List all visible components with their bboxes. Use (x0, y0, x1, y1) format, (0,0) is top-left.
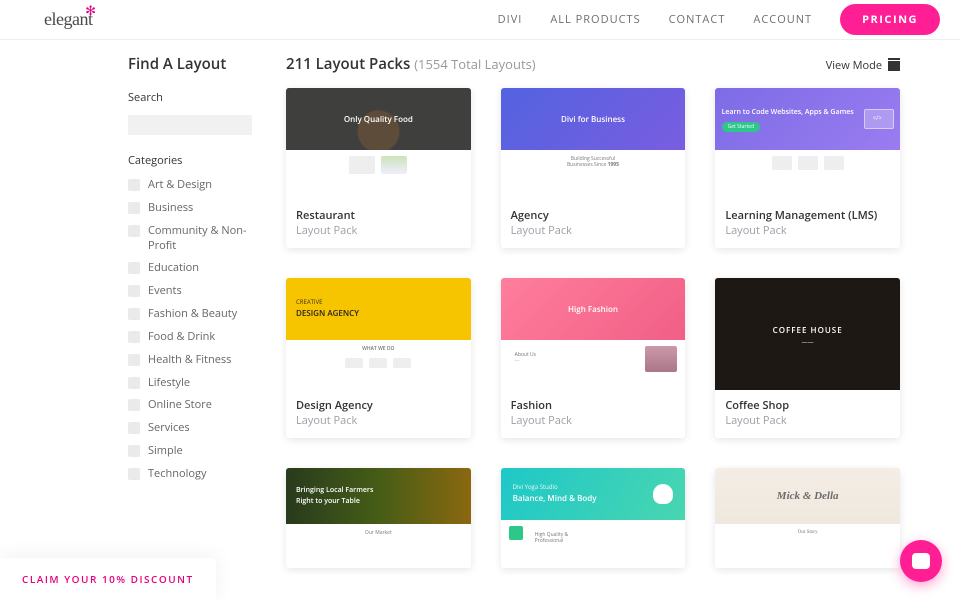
checkbox-icon (128, 285, 140, 297)
sidebar-title: Find A Layout (128, 54, 252, 74)
checkbox-icon (128, 468, 140, 480)
card-sub: Layout Pack (511, 223, 676, 238)
checkbox-icon (128, 331, 140, 343)
layout-card-restaurant[interactable]: Only Quality Food RestaurantLayout Pack (286, 88, 471, 248)
category-label: Online Store (148, 398, 212, 413)
view-mode-toggle[interactable]: View Mode (826, 58, 900, 73)
category-item[interactable]: Food & Drink (128, 330, 252, 345)
category-item[interactable]: Services (128, 421, 252, 436)
category-item[interactable]: Fashion & Beauty (128, 307, 252, 322)
logo[interactable]: elegant✻ (44, 9, 92, 30)
checkbox-icon (128, 399, 140, 411)
results-count: 211 (286, 54, 312, 74)
layout-card-farmers[interactable]: Bringing Local FarmersRight to your Tabl… (286, 468, 471, 568)
grid-icon (888, 61, 900, 71)
layout-card-agency[interactable]: Divi for BusinessBuilding SuccessfulBusi… (501, 88, 686, 248)
categories-heading: Categories (128, 153, 252, 168)
category-label: Business (148, 201, 193, 216)
category-label: Simple (148, 444, 183, 459)
card-thumb: COFFEE HOUSE—— (715, 278, 900, 390)
category-label: Food & Drink (148, 330, 215, 345)
category-label: Art & Design (148, 178, 212, 193)
category-label: Health & Fitness (148, 353, 231, 368)
top-header: elegant✻ DIVI ALL PRODUCTS CONTACT ACCOU… (0, 0, 960, 40)
view-mode-label: View Mode (826, 58, 882, 73)
category-label: Community & Non-Profit (148, 224, 252, 254)
category-label: Fashion & Beauty (148, 307, 237, 322)
nav-contact[interactable]: CONTACT (669, 12, 726, 27)
checkbox-icon (128, 377, 140, 389)
main: 211 Layout Packs (1554 Total Layouts) Vi… (286, 54, 900, 568)
card-thumb: CREATIVEDESIGN AGENCY (286, 278, 471, 340)
card-title: Agency (511, 208, 676, 223)
nav-divi[interactable]: DIVI (498, 12, 523, 27)
category-label: Events (148, 284, 182, 299)
card-sub: Layout Pack (511, 413, 676, 428)
category-label: Services (148, 421, 190, 436)
chat-icon (912, 553, 930, 569)
card-thumb: Divi for Business (501, 88, 686, 150)
layout-card-wedding[interactable]: Mick & DellaOur Story (715, 468, 900, 568)
category-item[interactable]: Education (128, 261, 252, 276)
category-item[interactable]: Health & Fitness (128, 353, 252, 368)
layout-card-yoga[interactable]: Divi Yoga StudioBalance, Mind & BodyHigh… (501, 468, 686, 568)
card-thumb: Only Quality Food (286, 88, 471, 150)
category-item[interactable]: Art & Design (128, 178, 252, 193)
category-item[interactable]: Technology (128, 467, 252, 482)
card-title: Design Agency (296, 398, 461, 413)
yoga-icon (653, 484, 673, 504)
card-sub: Layout Pack (725, 223, 890, 238)
nav-all-products[interactable]: ALL PRODUCTS (550, 12, 640, 27)
card-sub: Layout Pack (725, 413, 890, 428)
card-thumb: Mick & Della (715, 468, 900, 524)
category-list: Art & Design Business Community & Non-Prof… (128, 178, 252, 482)
card-title: Restaurant (296, 208, 461, 223)
checkbox-icon (128, 422, 140, 434)
main-nav: DIVI ALL PRODUCTS CONTACT ACCOUNT PRICIN… (498, 4, 940, 35)
category-item[interactable]: Simple (128, 444, 252, 459)
category-item[interactable]: Online Store (128, 398, 252, 413)
category-label: Technology (148, 467, 207, 482)
layout-grid: Only Quality Food RestaurantLayout Pack … (286, 88, 900, 568)
search-input[interactable] (128, 115, 252, 135)
checkbox-icon (128, 354, 140, 366)
content: Find A Layout Search Categories Art & De… (0, 40, 960, 568)
card-title: Learning Management (LMS) (725, 208, 890, 223)
card-title: Fashion (511, 398, 676, 413)
results-total: (1554 Total Layouts) (414, 55, 535, 73)
checkbox-icon (128, 179, 140, 191)
checkbox-icon (128, 262, 140, 274)
category-item[interactable]: Lifestyle (128, 376, 252, 391)
pricing-button[interactable]: PRICING (840, 4, 940, 35)
card-thumb: Bringing Local FarmersRight to your Tabl… (286, 468, 471, 524)
category-item[interactable]: Events (128, 284, 252, 299)
category-item[interactable]: Business (128, 201, 252, 216)
checkbox-icon (128, 445, 140, 457)
results-title: 211 Layout Packs (1554 Total Layouts) (286, 54, 536, 74)
checkbox-icon (128, 308, 140, 320)
category-item[interactable]: Community & Non-Profit (128, 224, 252, 254)
checkbox-icon (128, 202, 140, 214)
category-label: Education (148, 261, 199, 276)
card-thumb: High Fashion (501, 278, 686, 340)
card-title: Coffee Shop (725, 398, 890, 413)
card-sub: Layout Pack (296, 413, 461, 428)
chat-button[interactable] (900, 540, 942, 582)
checkbox-icon (128, 225, 140, 237)
nav-account[interactable]: ACCOUNT (753, 12, 812, 27)
laptop-icon (864, 109, 894, 129)
card-thumb: Learn to Code Websites, Apps & GamesGet … (715, 88, 900, 150)
layout-card-coffee[interactable]: COFFEE HOUSE—— Coffee ShopLayout Pack (715, 278, 900, 438)
main-header: 211 Layout Packs (1554 Total Layouts) Vi… (286, 54, 900, 74)
card-thumb: Divi Yoga StudioBalance, Mind & Body (501, 468, 686, 520)
search-label: Search (128, 90, 252, 105)
layout-card-fashion[interactable]: High FashionAbout Us— FashionLayout Pack (501, 278, 686, 438)
layout-card-lms[interactable]: Learn to Code Websites, Apps & GamesGet … (715, 88, 900, 248)
sidebar: Find A Layout Search Categories Art & De… (128, 54, 252, 568)
layout-card-design-agency[interactable]: CREATIVEDESIGN AGENCYWHAT WE DO Design A… (286, 278, 471, 438)
logo-star-icon: ✻ (85, 3, 95, 19)
card-sub: Layout Pack (296, 223, 461, 238)
discount-banner[interactable]: CLAIM YOUR 10% DISCOUNT (0, 558, 216, 600)
category-label: Lifestyle (148, 376, 190, 391)
